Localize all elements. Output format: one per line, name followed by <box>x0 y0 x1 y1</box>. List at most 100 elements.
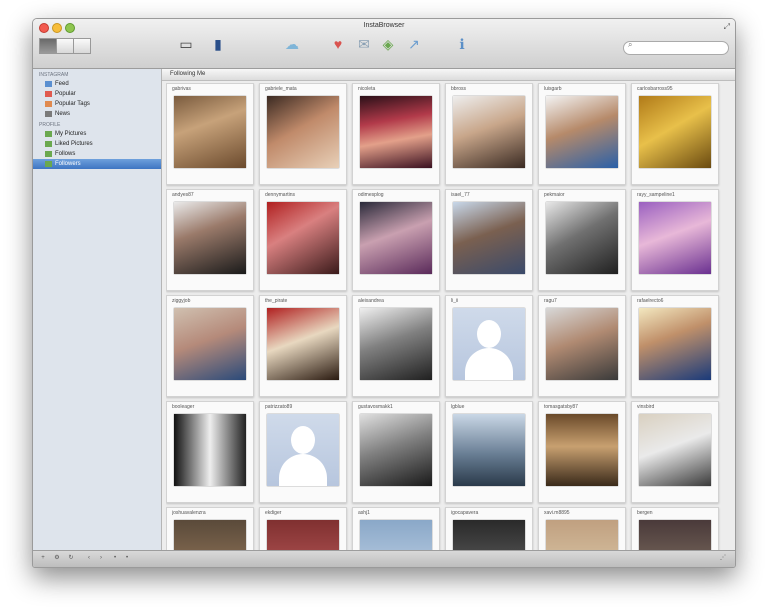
sidebar-item-label: Liked Pictures <box>55 141 93 147</box>
sidebar-section-title: Profile <box>39 122 61 128</box>
profile-photo[interactable] <box>546 414 618 486</box>
profile-photo[interactable] <box>639 308 711 380</box>
user-card[interactable]: gabrivas <box>166 83 254 185</box>
share-icon[interactable]: ↗ <box>401 34 427 64</box>
previous-icon[interactable]: ‹ <box>85 554 93 562</box>
list-view-button[interactable] <box>57 38 74 54</box>
user-card[interactable]: li_ii <box>445 295 533 397</box>
profile-photo[interactable] <box>546 202 618 274</box>
info-icon[interactable]: ℹ <box>449 34 475 64</box>
fullscreen-icon[interactable]: ⤢ <box>724 22 730 32</box>
profile-photo[interactable] <box>360 414 432 486</box>
profile-photo[interactable] <box>174 202 246 274</box>
user-card[interactable]: ashj1 <box>352 507 440 551</box>
sidebar-item-news[interactable]: News <box>33 109 161 119</box>
profile-photo[interactable] <box>267 520 339 551</box>
user-card[interactable]: pekmaior <box>538 189 626 291</box>
user-card[interactable]: rafaelrecto6 <box>631 295 719 397</box>
user-card[interactable]: bbross <box>445 83 533 185</box>
user-card[interactable]: booleager <box>166 401 254 503</box>
cloud-icon[interactable]: ☁ <box>279 34 305 64</box>
user-card[interactable]: tomasgatsby87 <box>538 401 626 503</box>
sidebar-item-popular[interactable]: Popular <box>33 89 161 99</box>
profile-photo[interactable] <box>639 414 711 486</box>
sidebar-item-liked-pictures[interactable]: Liked Pictures <box>33 139 161 149</box>
monitor-icon[interactable]: ▭ <box>173 34 199 64</box>
profile-photo[interactable] <box>360 202 432 274</box>
feed-icon <box>45 81 52 87</box>
profile-photo[interactable] <box>174 96 246 168</box>
profile-photo[interactable] <box>453 414 525 486</box>
profile-photo[interactable] <box>453 202 525 274</box>
profile-photo[interactable] <box>267 202 339 274</box>
user-card[interactable]: the_pirate <box>259 295 347 397</box>
sidebar-item-popular-tags[interactable]: Popular Tags <box>33 99 161 109</box>
username-label: tomasgatsby87 <box>544 404 578 410</box>
user-card[interactable]: bergen <box>631 507 719 551</box>
profile-photo[interactable] <box>546 308 618 380</box>
refresh-icon[interactable]: ↻ <box>67 554 75 562</box>
tag-icon[interactable]: ◈ <box>375 34 401 64</box>
username-label: isael_77 <box>451 192 470 198</box>
view-mode-switch <box>39 38 91 54</box>
user-card[interactable]: vinsbird <box>631 401 719 503</box>
detail-view-button[interactable] <box>74 38 91 54</box>
user-card[interactable]: luisgarb <box>538 83 626 185</box>
heart-icon[interactable]: ♥ <box>325 34 351 64</box>
user-card[interactable]: ziggyjob <box>166 295 254 397</box>
profile-photo[interactable] <box>360 520 432 551</box>
profile-photo[interactable] <box>174 520 246 551</box>
user-card[interactable]: xavi.m8895 <box>538 507 626 551</box>
sidebar-item-followers[interactable]: Followers <box>33 159 161 169</box>
profile-photo[interactable] <box>360 96 432 168</box>
default-avatar[interactable] <box>267 414 339 486</box>
profile-photo[interactable] <box>639 520 711 551</box>
user-card[interactable]: lgblue <box>445 401 533 503</box>
user-card[interactable]: ekdiger <box>259 507 347 551</box>
sidebar-item-feed[interactable]: Feed <box>33 79 161 89</box>
page-dot-icon[interactable]: • <box>111 554 119 562</box>
comment-icon[interactable]: ✉ <box>351 34 377 64</box>
next-icon[interactable]: › <box>97 554 105 562</box>
profile-photo[interactable] <box>453 520 525 551</box>
user-card[interactable]: andyes87 <box>166 189 254 291</box>
user-card[interactable]: joshuavalenzra <box>166 507 254 551</box>
add-icon[interactable]: + <box>39 554 47 562</box>
resize-grip-icon[interactable]: ⋰ <box>719 554 727 562</box>
sidebar-item-follows[interactable]: Follows <box>33 149 161 159</box>
user-card[interactable]: rayy_sampeline1 <box>631 189 719 291</box>
user-card[interactable]: nicoleta <box>352 83 440 185</box>
profile-photo[interactable] <box>267 96 339 168</box>
profile-photo[interactable] <box>360 308 432 380</box>
user-card[interactable]: gustavosmakk1 <box>352 401 440 503</box>
user-card[interactable]: gabriele_mata <box>259 83 347 185</box>
profile-photo[interactable] <box>174 308 246 380</box>
action-icon[interactable]: ⚙ <box>53 554 61 562</box>
profile-photo[interactable] <box>267 308 339 380</box>
user-card[interactable]: ragu7 <box>538 295 626 397</box>
username-label: ashj1 <box>358 510 370 516</box>
user-card[interactable]: patrizzato89 <box>259 401 347 503</box>
profile-photo[interactable] <box>546 96 618 168</box>
username-label: dennymartins <box>265 192 296 198</box>
profile-photo[interactable] <box>174 414 246 486</box>
page-dot-icon[interactable]: • <box>123 554 131 562</box>
default-avatar[interactable] <box>453 308 525 380</box>
sidebar-item-my-pictures[interactable]: My Pictures <box>33 129 161 139</box>
profile-photo[interactable] <box>546 520 618 551</box>
user-card[interactable]: aleixandrea <box>352 295 440 397</box>
user-card[interactable]: isael_77 <box>445 189 533 291</box>
profile-photo[interactable] <box>639 96 711 168</box>
search-field[interactable]: ⌕ <box>623 40 729 55</box>
profile-photo[interactable] <box>639 202 711 274</box>
user-card[interactable]: carlosbarross95 <box>631 83 719 185</box>
username-label: gustavosmakk1 <box>358 404 393 410</box>
book-icon[interactable]: ▮ <box>205 34 231 64</box>
grid-view-button[interactable] <box>39 38 57 54</box>
profile-photo[interactable] <box>453 96 525 168</box>
user-card[interactable]: igocapavera <box>445 507 533 551</box>
sidebar-item-label: Feed <box>55 81 69 87</box>
user-card[interactable]: odimesplog <box>352 189 440 291</box>
user-card[interactable]: dennymartins <box>259 189 347 291</box>
followers-icon <box>45 161 52 167</box>
